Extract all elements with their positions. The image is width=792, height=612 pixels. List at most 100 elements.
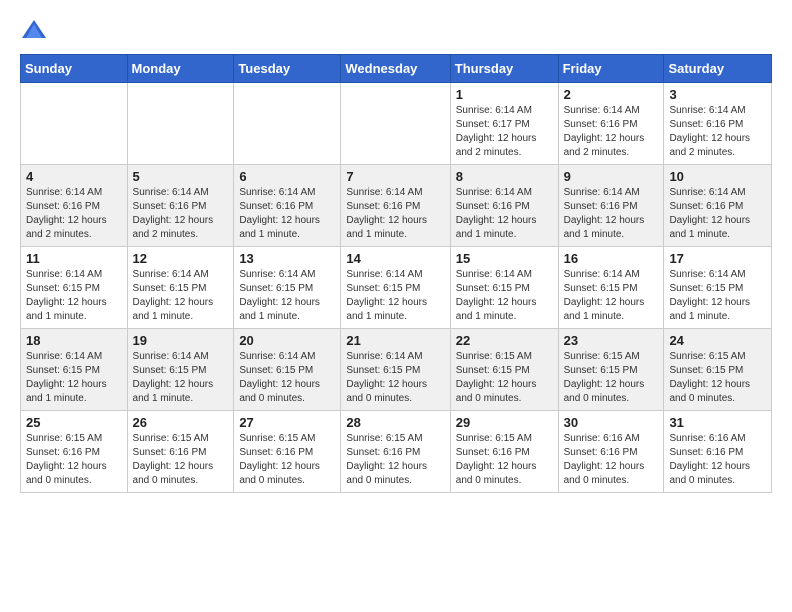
day-number: 17	[669, 251, 766, 266]
day-cell-8: 8 Sunrise: 6:14 AM Sunset: 6:16 PM Daylig…	[450, 165, 558, 247]
day-number: 24	[669, 333, 766, 348]
day-info: Sunrise: 6:14 AM Sunset: 6:17 PM Dayligh…	[456, 104, 553, 160]
day-number: 31	[669, 415, 766, 430]
day-cell-16: 16 Sunrise: 6:14 AM Sunset: 6:15 PM Dayli…	[558, 247, 664, 329]
header-row: SundayMondayTuesdayWednesdayThursdayFrid…	[21, 55, 772, 83]
day-cell-14: 14 Sunrise: 6:14 AM Sunset: 6:15 PM Dayli…	[341, 247, 450, 329]
day-info: Sunrise: 6:14 AM Sunset: 6:16 PM Dayligh…	[669, 186, 766, 242]
day-number: 8	[456, 169, 553, 184]
day-number: 3	[669, 87, 766, 102]
empty-cell	[341, 83, 450, 165]
day-info: Sunrise: 6:14 AM Sunset: 6:16 PM Dayligh…	[564, 186, 659, 242]
empty-cell	[21, 83, 128, 165]
day-number: 10	[669, 169, 766, 184]
day-number: 25	[26, 415, 122, 430]
day-number: 7	[346, 169, 444, 184]
day-number: 1	[456, 87, 553, 102]
day-cell-30: 30 Sunrise: 6:16 AM Sunset: 6:16 PM Dayli…	[558, 411, 664, 493]
day-number: 28	[346, 415, 444, 430]
day-cell-4: 4 Sunrise: 6:14 AM Sunset: 6:16 PM Daylig…	[21, 165, 128, 247]
day-number: 27	[239, 415, 335, 430]
day-info: Sunrise: 6:14 AM Sunset: 6:16 PM Dayligh…	[564, 104, 659, 160]
day-info: Sunrise: 6:15 AM Sunset: 6:15 PM Dayligh…	[456, 350, 553, 406]
header	[20, 16, 772, 44]
day-number: 22	[456, 333, 553, 348]
day-cell-27: 27 Sunrise: 6:15 AM Sunset: 6:16 PM Dayli…	[234, 411, 341, 493]
day-number: 6	[239, 169, 335, 184]
day-cell-22: 22 Sunrise: 6:15 AM Sunset: 6:15 PM Dayli…	[450, 329, 558, 411]
day-cell-3: 3 Sunrise: 6:14 AM Sunset: 6:16 PM Daylig…	[664, 83, 772, 165]
day-info: Sunrise: 6:16 AM Sunset: 6:16 PM Dayligh…	[564, 432, 659, 488]
day-cell-7: 7 Sunrise: 6:14 AM Sunset: 6:16 PM Daylig…	[341, 165, 450, 247]
day-cell-2: 2 Sunrise: 6:14 AM Sunset: 6:16 PM Daylig…	[558, 83, 664, 165]
day-info: Sunrise: 6:14 AM Sunset: 6:16 PM Dayligh…	[133, 186, 229, 242]
day-number: 5	[133, 169, 229, 184]
day-number: 2	[564, 87, 659, 102]
day-info: Sunrise: 6:14 AM Sunset: 6:15 PM Dayligh…	[239, 350, 335, 406]
day-info: Sunrise: 6:15 AM Sunset: 6:16 PM Dayligh…	[26, 432, 122, 488]
day-number: 21	[346, 333, 444, 348]
day-number: 29	[456, 415, 553, 430]
day-number: 19	[133, 333, 229, 348]
day-header-wednesday: Wednesday	[341, 55, 450, 83]
empty-cell	[234, 83, 341, 165]
day-number: 4	[26, 169, 122, 184]
day-number: 11	[26, 251, 122, 266]
week-row-1: 1 Sunrise: 6:14 AM Sunset: 6:17 PM Daylig…	[21, 83, 772, 165]
day-cell-31: 31 Sunrise: 6:16 AM Sunset: 6:16 PM Dayli…	[664, 411, 772, 493]
day-number: 18	[26, 333, 122, 348]
day-cell-21: 21 Sunrise: 6:14 AM Sunset: 6:15 PM Dayli…	[341, 329, 450, 411]
week-row-2: 4 Sunrise: 6:14 AM Sunset: 6:16 PM Daylig…	[21, 165, 772, 247]
day-header-tuesday: Tuesday	[234, 55, 341, 83]
day-cell-19: 19 Sunrise: 6:14 AM Sunset: 6:15 PM Dayli…	[127, 329, 234, 411]
day-cell-18: 18 Sunrise: 6:14 AM Sunset: 6:15 PM Dayli…	[21, 329, 128, 411]
day-cell-11: 11 Sunrise: 6:14 AM Sunset: 6:15 PM Dayli…	[21, 247, 128, 329]
day-info: Sunrise: 6:15 AM Sunset: 6:16 PM Dayligh…	[239, 432, 335, 488]
day-number: 16	[564, 251, 659, 266]
day-info: Sunrise: 6:14 AM Sunset: 6:15 PM Dayligh…	[346, 350, 444, 406]
logo-icon	[20, 16, 48, 44]
day-cell-29: 29 Sunrise: 6:15 AM Sunset: 6:16 PM Dayli…	[450, 411, 558, 493]
day-info: Sunrise: 6:14 AM Sunset: 6:16 PM Dayligh…	[456, 186, 553, 242]
day-info: Sunrise: 6:14 AM Sunset: 6:15 PM Dayligh…	[239, 268, 335, 324]
day-info: Sunrise: 6:14 AM Sunset: 6:16 PM Dayligh…	[26, 186, 122, 242]
day-cell-28: 28Sunrise: 6:15 AM Sunset: 6:16 PM Dayli…	[341, 411, 450, 493]
day-cell-6: 6Sunrise: 6:14 AM Sunset: 6:16 PM Daylig…	[234, 165, 341, 247]
day-number: 15	[456, 251, 553, 266]
day-cell-24: 24 Sunrise: 6:15 AM Sunset: 6:15 PM Dayli…	[664, 329, 772, 411]
day-info: Sunrise: 6:14 AM Sunset: 6:15 PM Dayligh…	[26, 268, 122, 324]
day-number: 13	[239, 251, 335, 266]
day-info: Sunrise: 6:14 AM Sunset: 6:15 PM Dayligh…	[456, 268, 553, 324]
week-row-4: 18 Sunrise: 6:14 AM Sunset: 6:15 PM Dayli…	[21, 329, 772, 411]
day-number: 20	[239, 333, 335, 348]
day-number: 23	[564, 333, 659, 348]
day-cell-15: 15 Sunrise: 6:14 AM Sunset: 6:15 PM Dayli…	[450, 247, 558, 329]
day-info: Sunrise: 6:14 AM Sunset: 6:15 PM Dayligh…	[133, 350, 229, 406]
calendar: SundayMondayTuesdayWednesdayThursdayFrid…	[20, 54, 772, 493]
day-header-saturday: Saturday	[664, 55, 772, 83]
day-number: 9	[564, 169, 659, 184]
day-number: 30	[564, 415, 659, 430]
day-header-sunday: Sunday	[21, 55, 128, 83]
day-info: Sunrise: 6:14 AM Sunset: 6:15 PM Dayligh…	[26, 350, 122, 406]
day-info: Sunrise: 6:14 AM Sunset: 6:15 PM Dayligh…	[133, 268, 229, 324]
empty-cell	[127, 83, 234, 165]
logo	[20, 16, 52, 44]
day-number: 12	[133, 251, 229, 266]
day-info: Sunrise: 6:16 AM Sunset: 6:16 PM Dayligh…	[669, 432, 766, 488]
day-number: 26	[133, 415, 229, 430]
day-cell-25: 25 Sunrise: 6:15 AM Sunset: 6:16 PM Dayli…	[21, 411, 128, 493]
day-info: Sunrise: 6:14 AM Sunset: 6:15 PM Dayligh…	[346, 268, 444, 324]
day-info: Sunrise: 6:14 AM Sunset: 6:16 PM Dayligh…	[346, 186, 444, 242]
day-cell-13: 13 Sunrise: 6:14 AM Sunset: 6:15 PM Dayli…	[234, 247, 341, 329]
day-info: Sunrise: 6:14 AM Sunset: 6:16 PM Dayligh…	[669, 104, 766, 160]
week-row-3: 11 Sunrise: 6:14 AM Sunset: 6:15 PM Dayli…	[21, 247, 772, 329]
day-info: Sunrise: 6:15 AM Sunset: 6:16 PM Dayligh…	[456, 432, 553, 488]
day-cell-26: 26Sunrise: 6:15 AM Sunset: 6:16 PM Dayli…	[127, 411, 234, 493]
day-info: Sunrise: 6:14 AM Sunset: 6:15 PM Dayligh…	[564, 268, 659, 324]
day-cell-5: 5 Sunrise: 6:14 AM Sunset: 6:16 PM Daylig…	[127, 165, 234, 247]
day-number: 14	[346, 251, 444, 266]
day-info: Sunrise: 6:14 AM Sunset: 6:15 PM Dayligh…	[669, 268, 766, 324]
day-cell-9: 9 Sunrise: 6:14 AM Sunset: 6:16 PM Daylig…	[558, 165, 664, 247]
day-info: Sunrise: 6:15 AM Sunset: 6:15 PM Dayligh…	[669, 350, 766, 406]
